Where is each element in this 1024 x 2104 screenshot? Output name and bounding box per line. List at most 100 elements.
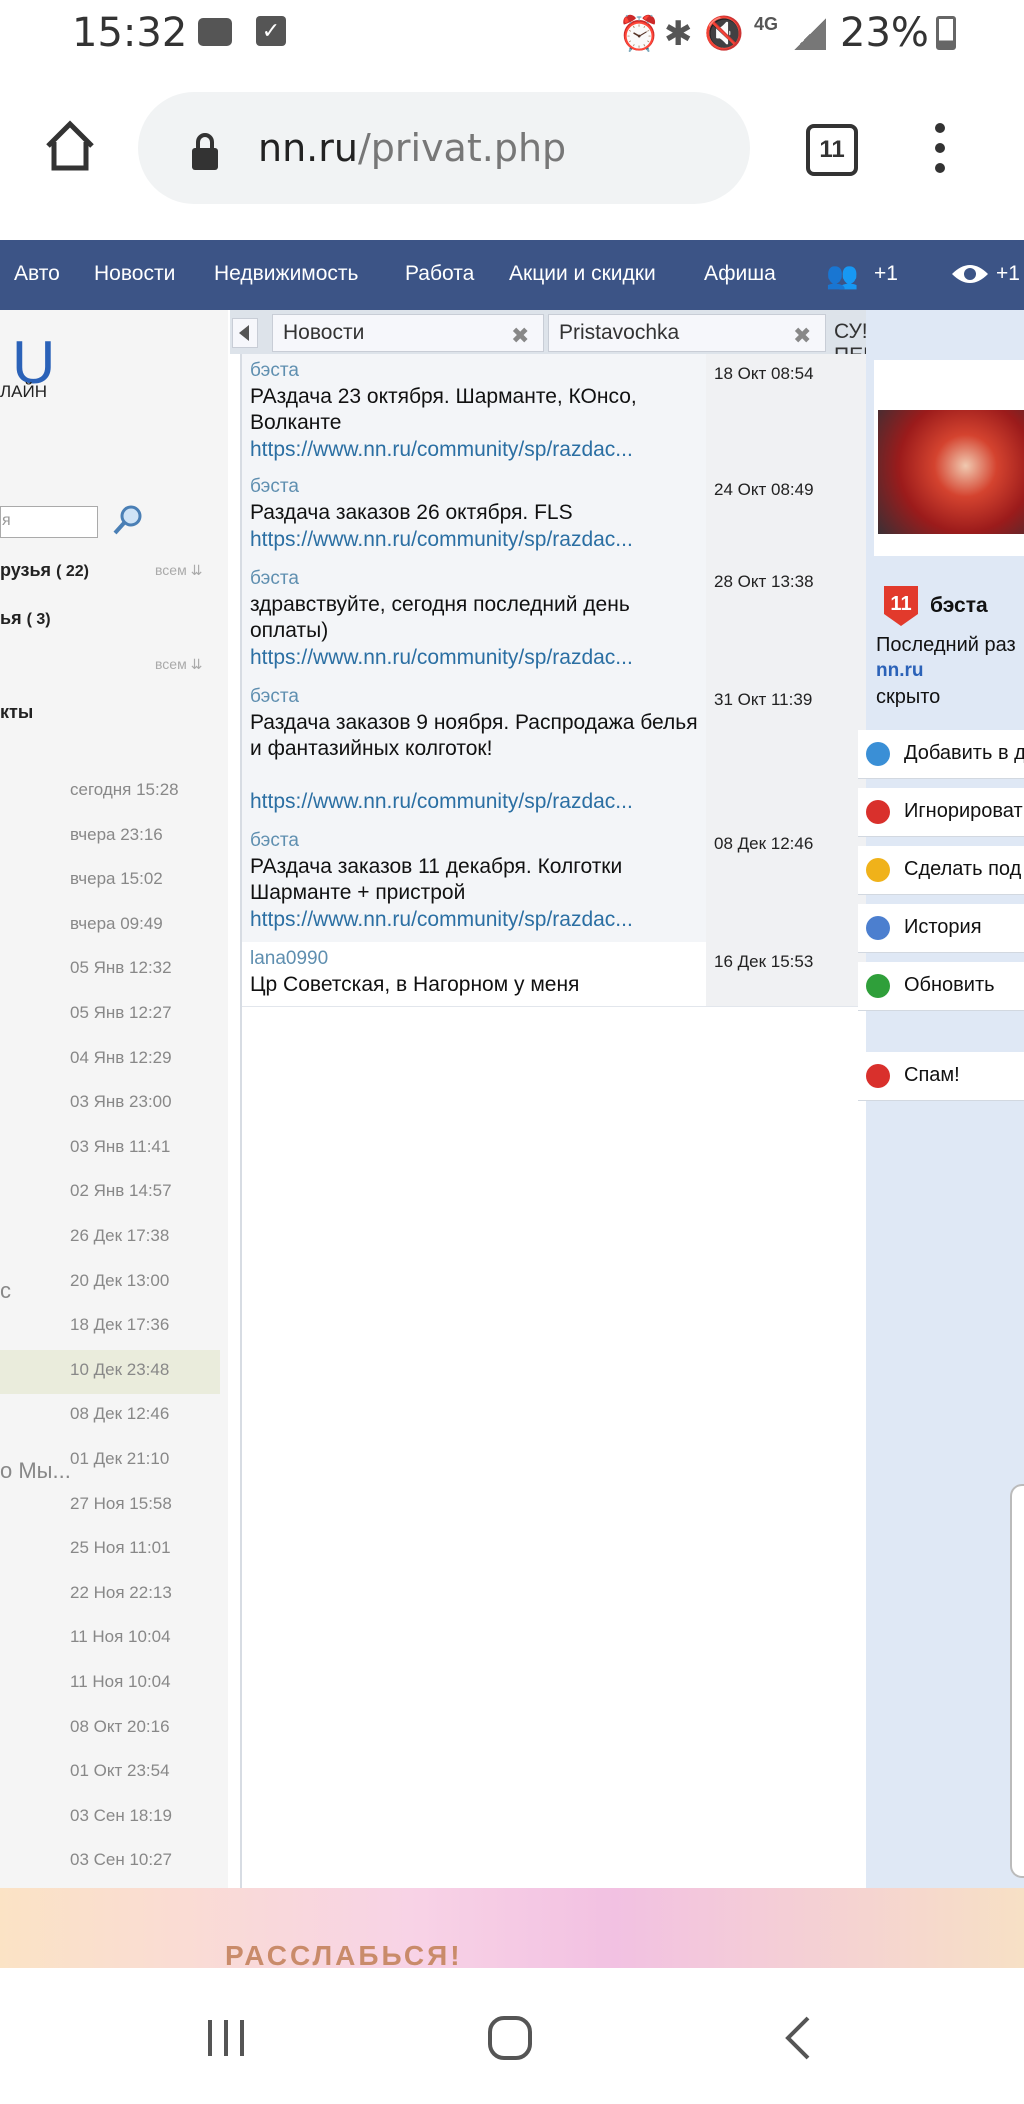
views-count[interactable]: +1 — [996, 262, 1020, 286]
message-item[interactable]: бэста РАздача 23 октября. Шарманте, КОнс… — [242, 354, 867, 471]
history-button[interactable]: История — [858, 904, 1024, 953]
message-item[interactable]: бэста здравствуйте, сегодня последний де… — [242, 562, 867, 681]
url-text[interactable]: nn.ru/privat.php — [258, 126, 566, 170]
eye-icon[interactable] — [950, 260, 990, 288]
site-nav: Авто Новости Недвижимость Работа Акции и… — [0, 240, 1024, 310]
message-author[interactable]: бэста — [250, 686, 299, 708]
profile-name[interactable]: бэста — [930, 594, 988, 618]
message-item[interactable]: бэста РАздача заказов 11 декабря. Колгот… — [242, 824, 867, 943]
nav-jobs[interactable]: Работа — [405, 262, 474, 286]
message-author[interactable]: бэста — [250, 476, 299, 498]
nav-auto[interactable]: Авто — [14, 262, 60, 286]
tab-label: Pristavochka — [559, 321, 680, 344]
check-icon: ✓ — [256, 16, 286, 46]
friends-icon[interactable]: 👥 — [826, 260, 858, 291]
guests-header[interactable]: ья ( 3) — [0, 608, 51, 629]
all-label: всем — [155, 656, 187, 672]
contact-time: 20 Дек 13:00 — [70, 1270, 170, 1290]
add-friend-button[interactable]: Добавить в д — [858, 730, 1024, 779]
mute-icon: 🔇 — [704, 15, 744, 51]
left-panel: U ЛАЙН я рузья ( 22) всем ⇊ ья ( 3) всем… — [0, 310, 228, 1888]
contact-time: 08 Дек 12:46 — [70, 1404, 170, 1424]
gift-icon — [866, 858, 890, 882]
close-icon[interactable]: ✖ — [793, 323, 811, 349]
contact-time: 22 Ноя 22:13 — [70, 1582, 172, 1602]
nav-news[interactable]: Новости — [94, 262, 175, 286]
guests-label: ья — [0, 608, 22, 628]
tab-switcher-button[interactable]: 11 — [806, 124, 858, 176]
message-link[interactable]: https://www.nn.ru/community/sp/razdac... — [250, 908, 633, 932]
message-item[interactable]: бэста Раздача заказов 9 ноября. Распрода… — [242, 680, 867, 825]
guests-all-link[interactable]: всем ⇊ — [155, 656, 202, 673]
alarm-icon: ⏰ — [618, 15, 661, 53]
message-date: 31 Окт 11:39 — [706, 680, 867, 824]
nav-sales[interactable]: Акции и скидки — [509, 262, 656, 286]
refresh-button[interactable]: Обновить — [858, 962, 1024, 1011]
guests-count-label: ( 3) — [26, 611, 51, 628]
message-item[interactable]: lana0990 Цр Советская, в Нагорном у меня… — [242, 942, 867, 1007]
friends-all-link[interactable]: всем ⇊ — [155, 562, 202, 579]
contact-name-partial[interactable]: о Мы... — [0, 1458, 71, 1484]
contact-time: сегодня 15:28 — [70, 780, 179, 799]
nav-realty[interactable]: Недвижимость — [214, 262, 358, 286]
ad-banner[interactable] — [0, 1888, 1024, 1968]
url-path: /privat.php — [357, 126, 567, 170]
message-list: бэста РАздача 23 октября. Шарманте, КОнс… — [240, 354, 867, 1888]
message-link[interactable]: https://www.nn.ru/community/sp/razdac... — [250, 528, 633, 552]
contact-time: 05 Янв 12:27 — [70, 1003, 172, 1022]
message-author[interactable]: lana0990 — [250, 948, 328, 970]
contact-time: 18 Дек 17:36 — [70, 1315, 170, 1335]
refresh-icon — [866, 974, 890, 998]
dialog-tabs: Новости ✖ Pristavochka ✖ СУ!!ПЕР — [230, 310, 890, 367]
message-link[interactable]: https://www.nn.ru/community/sp/razdac... — [250, 646, 633, 670]
ignore-button[interactable]: Игнорироват — [858, 788, 1024, 837]
message-author[interactable]: бэста — [250, 830, 299, 852]
home-nav-icon[interactable] — [486, 2014, 534, 2062]
message-text: Раздача заказов 26 октября. FLS — [250, 501, 573, 524]
message-item[interactable]: бэста Раздача заказов 26 октября. FLS ht… — [242, 470, 867, 563]
contacts-header: кты — [0, 702, 34, 722]
home-icon[interactable] — [42, 118, 98, 174]
network-type: 4G — [754, 14, 779, 34]
contact-time: 27 Ноя 15:58 — [70, 1493, 172, 1513]
profile-badge-icon: 11 — [884, 586, 918, 626]
search-icon[interactable] — [112, 504, 144, 536]
contact-time: 11 Ноя 10:04 — [70, 1627, 171, 1647]
tab-pristavochka[interactable]: Pristavochka ✖ — [548, 314, 826, 352]
menu-icon[interactable] — [934, 122, 946, 174]
message-link[interactable]: https://www.nn.ru/community/sp/razdac... — [250, 790, 633, 814]
contact-search-input[interactable] — [0, 506, 98, 538]
gift-button[interactable]: Сделать под — [858, 846, 1024, 895]
action-label: История — [904, 916, 982, 938]
tab-news[interactable]: Новости ✖ — [272, 314, 544, 352]
profile-photo[interactable] — [878, 410, 1024, 534]
contact-time: 26 Дек 17:38 — [70, 1226, 170, 1245]
friends-count[interactable]: +1 — [874, 262, 898, 286]
spam-icon — [866, 1064, 890, 1088]
message-author[interactable]: бэста — [250, 568, 299, 590]
nav-afisha[interactable]: Афиша — [704, 262, 776, 286]
battery-icon — [936, 16, 956, 50]
status-time: 15:32 — [72, 10, 188, 56]
contact-time: вчера 15:02 — [70, 869, 163, 889]
contact-time: 02 Янв 14:57 — [70, 1181, 172, 1201]
recent-apps-icon[interactable] — [204, 2016, 248, 2060]
message-link[interactable]: https://www.nn.ru/community/sp/razdac... — [250, 438, 633, 462]
profile-site[interactable]: nn.ru — [876, 660, 924, 682]
message-author[interactable]: бэста — [250, 360, 299, 382]
contact-time: 04 Янв 12:29 — [70, 1047, 172, 1067]
contact-time: 01 Дек 21:10 — [70, 1449, 170, 1468]
back-icon[interactable] — [780, 2014, 816, 2062]
friends-header[interactable]: рузья ( 22) — [0, 560, 89, 581]
close-icon[interactable]: ✖ — [511, 323, 529, 349]
message-date: 18 Окт 08:54 — [706, 354, 867, 470]
spam-button[interactable]: Спам! — [858, 1052, 1024, 1101]
lock-icon — [190, 132, 220, 172]
all-label: всем — [155, 562, 187, 578]
tabs-prev-icon[interactable] — [232, 318, 258, 348]
contact-name-partial[interactable]: с — [0, 1278, 11, 1304]
scroll-handle[interactable] — [1010, 1484, 1024, 1878]
tab-label: Новости — [283, 321, 365, 344]
message-date: 28 Окт 13:38 — [706, 562, 867, 680]
message-text: РАздача 23 октября. Шарманте, КОнсо, Вол… — [250, 385, 637, 434]
